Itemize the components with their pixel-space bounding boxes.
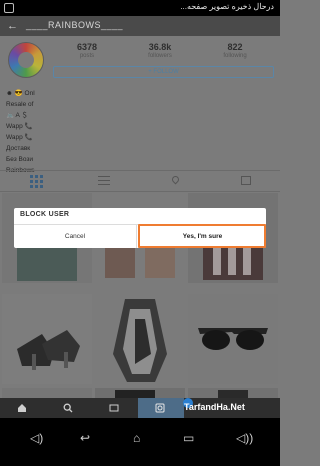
stat-followers-value: 36.8k <box>148 42 172 52</box>
stat-posts-value: 6378 <box>76 42 98 52</box>
photo-tile[interactable] <box>188 388 278 398</box>
stat-following-value: 822 <box>227 42 243 52</box>
bio-line: Resale of <box>6 101 34 108</box>
photo-thumbnail <box>95 294 185 384</box>
profile-bio: ☻ 😎 Onl Resale of 🚲 A ＄ Wapp 📞 Wapp 📞 До… <box>6 88 56 176</box>
stat-posts-label: posts <box>79 53 95 59</box>
dialog-title: BLOCK USER <box>20 211 70 218</box>
photo-thumbnail <box>188 388 278 398</box>
photo-tile[interactable] <box>2 388 92 398</box>
volume-down-icon[interactable]: ◁) <box>30 432 43 444</box>
bio-line: Без Вози <box>6 156 34 163</box>
bio-line: Wapp 📞 <box>6 134 33 141</box>
explore-icon <box>109 404 119 412</box>
profile-header: 6378 posts 36.8k followers 822 following… <box>0 36 280 174</box>
system-nav-bar: ◁) ↩ ⌂ ▭ ◁)) <box>0 418 280 466</box>
home-icon <box>18 404 26 412</box>
camera-icon <box>155 403 165 413</box>
photo-tile[interactable] <box>2 294 92 384</box>
back-icon[interactable]: ↩ <box>80 432 90 444</box>
block-user-dialog: BLOCK USER Cancel Yes, I'm sure <box>14 208 266 248</box>
nav-camera[interactable] <box>138 398 184 418</box>
bio-line: Wapp 📞 <box>6 123 33 130</box>
back-arrow-icon[interactable]: ← <box>7 20 18 32</box>
photo-tile[interactable] <box>95 388 185 398</box>
map-pin-icon[interactable] <box>169 174 183 187</box>
cancel-button[interactable]: Cancel <box>14 225 137 248</box>
photo-thumbnail <box>2 388 92 398</box>
photo-thumbnail <box>95 388 185 398</box>
confirm-block-button[interactable]: Yes, I'm sure <box>139 225 266 248</box>
screenshot-notification-icon <box>4 3 14 13</box>
app-top-bar: ← ____RAINBOWS____ <box>0 16 280 36</box>
nav-explore[interactable] <box>92 398 138 418</box>
watermark: TarfandHa.Net <box>184 402 245 412</box>
home-button-icon[interactable]: ⌂ <box>133 432 140 444</box>
status-text: درحال ذخیره تصویر صفحه... <box>180 2 274 11</box>
list-view-icon[interactable] <box>98 175 112 187</box>
photo-thumbnail <box>188 294 278 384</box>
bio-line: 🚲 A ＄ <box>6 112 28 119</box>
avatar[interactable] <box>8 42 44 78</box>
stat-following[interactable]: 822 following <box>210 42 260 59</box>
stat-followers[interactable]: 36.8k followers <box>135 42 185 59</box>
grid-view-icon[interactable] <box>30 175 44 188</box>
photo-tile[interactable] <box>95 294 185 384</box>
bio-line: ☻ 😎 Onl <box>6 90 35 97</box>
bio-line: Доставк <box>6 145 31 152</box>
stat-posts[interactable]: 6378 posts <box>62 42 112 59</box>
tagged-photos-icon[interactable] <box>240 175 254 187</box>
stat-following-label: following <box>223 53 247 59</box>
recent-apps-icon[interactable]: ▭ <box>183 432 194 444</box>
status-bar: درحال ذخیره تصویر صفحه... <box>0 0 280 16</box>
nav-home[interactable] <box>0 398 46 418</box>
profile-view-tabs <box>0 170 280 192</box>
photo-tile[interactable] <box>188 294 278 384</box>
stat-followers-label: followers <box>148 53 172 59</box>
volume-up-icon[interactable]: ◁)) <box>236 432 253 444</box>
profile-username: ____RAINBOWS____ <box>26 20 124 30</box>
nav-search[interactable] <box>46 398 92 418</box>
search-icon <box>63 403 73 413</box>
follow-button[interactable]: + FOLLOW <box>53 66 274 78</box>
photo-thumbnail <box>2 294 92 384</box>
